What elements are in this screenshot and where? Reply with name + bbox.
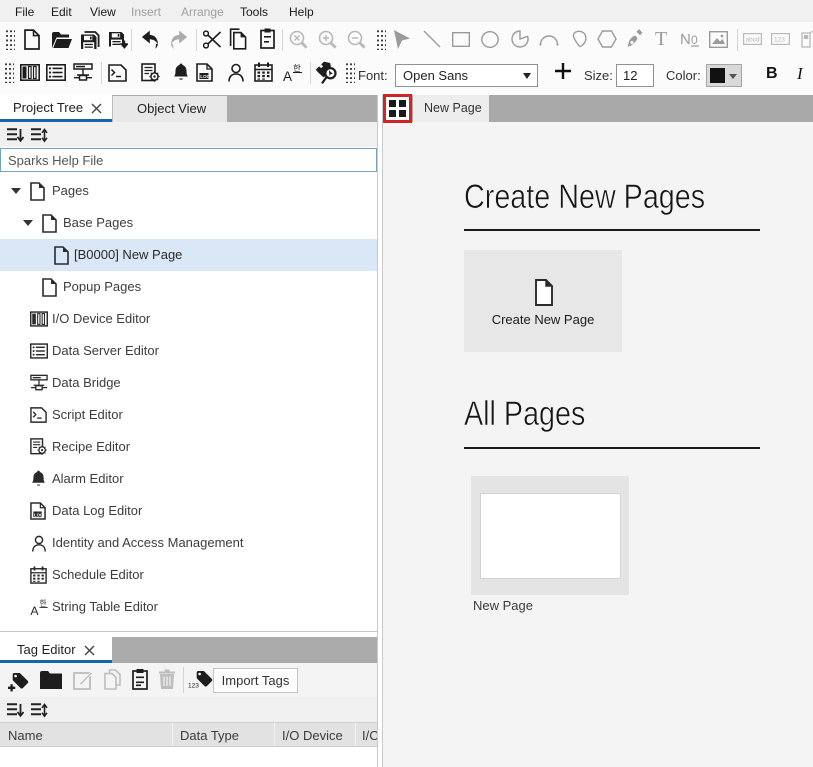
svg-text:0: 0 [691, 33, 698, 47]
svg-text:한: 한 [39, 599, 46, 608]
svg-text:한: 한 [293, 63, 301, 73]
svg-text:LOG: LOG [34, 512, 44, 517]
svg-text:abcd: abcd [746, 37, 760, 44]
svg-text:N: N [680, 31, 691, 48]
svg-text:123: 123 [188, 683, 199, 690]
svg-text:123: 123 [774, 37, 785, 44]
svg-text:LOG: LOG [200, 74, 210, 79]
svg-text:A: A [283, 69, 292, 83]
svg-text:A: A [30, 604, 39, 617]
